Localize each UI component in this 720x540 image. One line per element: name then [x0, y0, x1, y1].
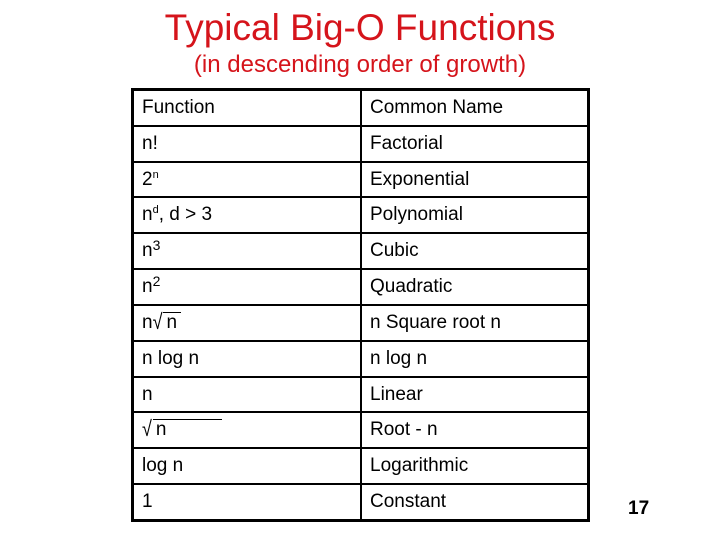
function-cell: nd, d > 3	[131, 196, 362, 235]
header-function: Function	[131, 88, 362, 127]
name-cell: Factorial	[360, 124, 590, 163]
table-row: 2n Exponential	[131, 160, 590, 199]
page-number: 17	[628, 498, 650, 519]
function-base: n	[142, 204, 153, 226]
name-cell: Cubic	[360, 232, 590, 271]
table-row: n Linear	[131, 375, 590, 414]
table-header-row: Function Common Name	[131, 88, 590, 127]
function-cell: n√ n	[131, 303, 362, 342]
function-cell: 1	[131, 483, 362, 522]
table-row: √ n Root - n	[131, 411, 590, 450]
function-cell: log n	[131, 447, 362, 486]
function-base: n!	[142, 132, 158, 154]
function-cell: n	[131, 375, 362, 414]
function-cell: 2n	[131, 160, 362, 199]
table-row: n log n n log n	[131, 339, 590, 378]
function-base: 2	[142, 168, 153, 190]
radical-sign-icon: √	[142, 417, 152, 442]
table-row: n! Factorial	[131, 124, 590, 163]
function-base: n	[142, 240, 153, 262]
slide-subtitle: (in descending order of growth)	[193, 51, 527, 78]
name-cell: Linear	[360, 375, 590, 414]
table-row: n√ n n Square root n	[131, 303, 590, 342]
name-cell: n Square root n	[360, 303, 590, 342]
function-cell: n2	[131, 268, 362, 306]
table-row: n2 Quadratic	[131, 268, 590, 306]
table-row: nd, d > 3 Polynomial	[131, 196, 590, 235]
function-base: n	[142, 276, 153, 298]
radicand: n	[163, 311, 182, 333]
name-cell: Logarithmic	[360, 447, 590, 486]
radical-sign-icon: √	[152, 309, 163, 334]
table-row: n3 Cubic	[131, 232, 590, 271]
name-cell: Polynomial	[360, 196, 590, 235]
function-cell: √ n	[131, 411, 362, 450]
table-row: log n Logarithmic	[131, 447, 590, 486]
name-cell: Exponential	[360, 160, 590, 199]
function-cell: n log n	[131, 339, 362, 378]
function-prefix: n	[142, 311, 153, 333]
function-exponent: n	[152, 168, 159, 181]
square-root: √ n	[142, 417, 223, 442]
function-suffix: , d > 3	[158, 204, 213, 226]
header-common-name: Common Name	[360, 88, 590, 127]
big-o-table: Function Common Name n! Factorial 2n Exp…	[131, 88, 590, 522]
table-row: 1 Constant	[131, 483, 590, 522]
function-exponent: 2	[152, 273, 161, 290]
radicand: n	[152, 419, 223, 440]
name-cell: n log n	[360, 339, 590, 378]
name-cell: Constant	[360, 483, 590, 522]
slide-title: Typical Big-O Functions	[164, 7, 556, 48]
function-exponent: 3	[152, 237, 161, 254]
function-cell: n3	[131, 232, 362, 271]
name-cell: Quadratic	[360, 268, 590, 306]
square-root: √ n	[152, 309, 182, 334]
name-cell: Root - n	[360, 411, 590, 450]
function-cell: n!	[131, 124, 362, 163]
